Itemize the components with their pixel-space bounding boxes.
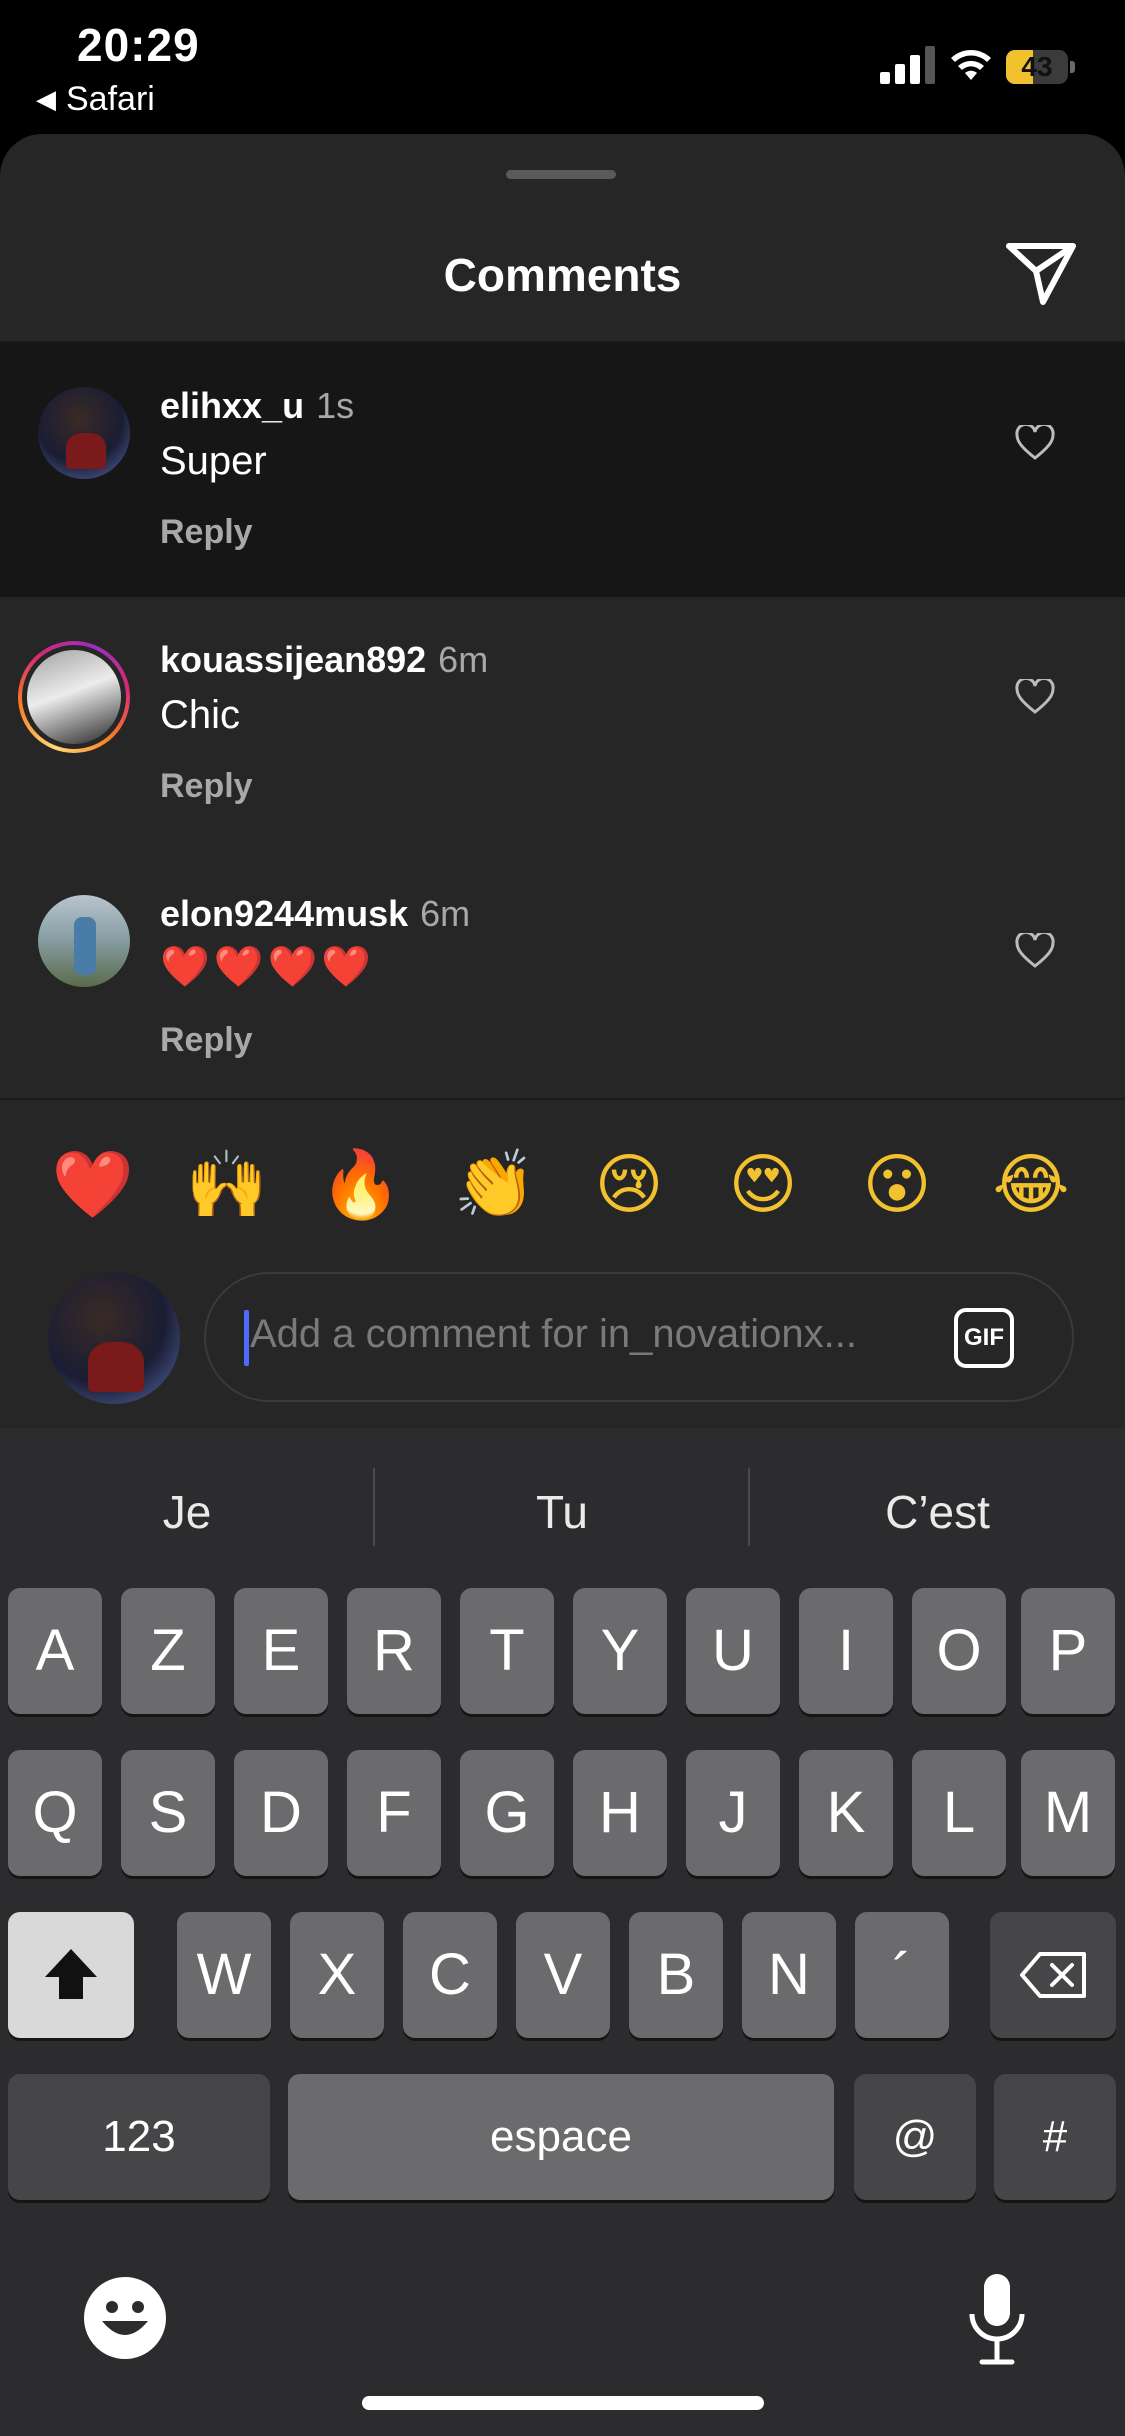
back-to-safari[interactable]: ◀ Safari [36, 80, 155, 119]
key-g[interactable]: G [460, 1750, 554, 1876]
key-c[interactable]: C [403, 1912, 497, 2038]
battery-level: 43 [1021, 51, 1053, 82]
numbers-key[interactable]: 123 [8, 2074, 270, 2200]
wifi-icon [951, 50, 991, 80]
reply-button[interactable]: Reply [160, 1021, 253, 1060]
key-q[interactable]: Q [8, 1750, 102, 1876]
signal-icon [880, 46, 935, 84]
backspace-icon [1020, 1952, 1086, 1998]
emoji-crying[interactable]: 😢 [584, 1140, 674, 1230]
comment-text: Super [160, 439, 267, 483]
shift-arrow-icon [45, 1949, 97, 1999]
hash-key[interactable]: # [994, 2074, 1116, 2200]
avatar[interactable] [38, 895, 130, 987]
key-o[interactable]: O [912, 1588, 1006, 1714]
suggestion-2[interactable]: Tu [375, 1472, 749, 1552]
smiley-icon [102, 2301, 148, 2335]
key-r[interactable]: R [347, 1588, 441, 1714]
key-b[interactable]: B [629, 1912, 723, 2038]
key-accent[interactable]: ´ [855, 1912, 949, 2038]
comment-item[interactable]: elon9244musk 6m ❤️❤️❤️❤️ Reply [0, 851, 1125, 1105]
page-title: Comments [443, 249, 682, 301]
comment-username[interactable]: elihxx_u 1s [160, 385, 354, 427]
key-x[interactable]: X [290, 1912, 384, 2038]
comment-text: ❤️❤️❤️❤️ [160, 944, 376, 990]
microphone-icon [969, 2274, 1025, 2365]
dictation-button[interactable] [962, 2270, 1032, 2370]
like-heart-icon[interactable] [1015, 425, 1055, 461]
emoji-keyboard-button[interactable] [84, 2277, 166, 2359]
key-y[interactable]: Y [573, 1588, 667, 1714]
key-t[interactable]: T [460, 1588, 554, 1714]
comment-text: Chic [160, 693, 241, 737]
key-n[interactable]: N [742, 1912, 836, 2038]
key-z[interactable]: Z [121, 1588, 215, 1714]
suggestion-3[interactable]: C’est [750, 1472, 1125, 1552]
key-m[interactable]: M [1021, 1750, 1115, 1876]
key-w[interactable]: W [177, 1912, 271, 2038]
key-e[interactable]: E [234, 1588, 328, 1714]
emoji-laughing[interactable]: 😂 [986, 1140, 1076, 1230]
at-key[interactable]: @ [854, 2074, 976, 2200]
comment-username[interactable]: kouassijean892 6m [160, 639, 488, 681]
reply-button[interactable]: Reply [160, 767, 253, 806]
key-v[interactable]: V [516, 1912, 610, 2038]
emoji-heart-eyes[interactable]: 😍 [718, 1140, 808, 1230]
key-j[interactable]: J [686, 1750, 780, 1876]
emoji-surprised[interactable]: 😮 [852, 1140, 942, 1230]
avatar-story-ring[interactable] [18, 641, 130, 753]
shift-key[interactable] [8, 1912, 134, 2038]
key-s[interactable]: S [121, 1750, 215, 1876]
key-l[interactable]: L [912, 1750, 1006, 1876]
reply-button[interactable]: Reply [160, 513, 253, 552]
comment-input[interactable]: Add a comment for in_novationx... GIF [204, 1272, 1074, 1402]
gif-button[interactable]: GIF [954, 1308, 1014, 1368]
emoji-reaction-bar: ❤️ 🙌 🔥 👏 😢 😍 😮 😂 [0, 1140, 1125, 1230]
suggestion-1[interactable]: Je [0, 1472, 374, 1552]
my-avatar [48, 1272, 180, 1404]
like-heart-icon[interactable] [1015, 679, 1055, 715]
comment-placeholder: Add a comment for in_novationx... [250, 1312, 857, 1356]
emoji-clapping[interactable]: 👏 [450, 1140, 540, 1230]
key-d[interactable]: D [234, 1750, 328, 1876]
keyboard: Je Tu C’est A Z E R T Y U I O P Q S D F … [0, 1428, 1125, 2436]
key-i[interactable]: I [799, 1588, 893, 1714]
comment-item[interactable]: elihxx_u 1s Super Reply [0, 343, 1125, 597]
key-p[interactable]: P [1021, 1588, 1115, 1714]
key-f[interactable]: F [347, 1750, 441, 1876]
composer-divider [0, 1098, 1125, 1100]
key-k[interactable]: K [799, 1750, 893, 1876]
delete-key[interactable] [990, 1912, 1116, 2038]
key-u[interactable]: U [686, 1588, 780, 1714]
key-h[interactable]: H [573, 1750, 667, 1876]
like-heart-icon[interactable] [1015, 933, 1055, 969]
space-key[interactable]: espace [288, 2074, 834, 2200]
emoji-raised-hands[interactable]: 🙌 [182, 1140, 272, 1230]
comment-username[interactable]: elon9244musk 6m [160, 893, 470, 935]
sheet-grabber[interactable] [506, 170, 616, 179]
emoji-heart[interactable]: ❤️ [48, 1140, 138, 1230]
status-time: 20:29 [77, 19, 200, 71]
avatar[interactable] [38, 387, 130, 479]
battery-icon: 43 [1006, 50, 1076, 86]
back-arrow-icon: ◀ [36, 84, 56, 114]
back-label: Safari [66, 80, 155, 118]
key-a[interactable]: A [8, 1588, 102, 1714]
share-send-icon[interactable] [1005, 240, 1077, 306]
home-indicator[interactable] [362, 2396, 764, 2410]
emoji-fire[interactable]: 🔥 [316, 1140, 406, 1230]
text-cursor [244, 1310, 249, 1366]
comment-item[interactable]: kouassijean892 6m Chic Reply [0, 597, 1125, 851]
